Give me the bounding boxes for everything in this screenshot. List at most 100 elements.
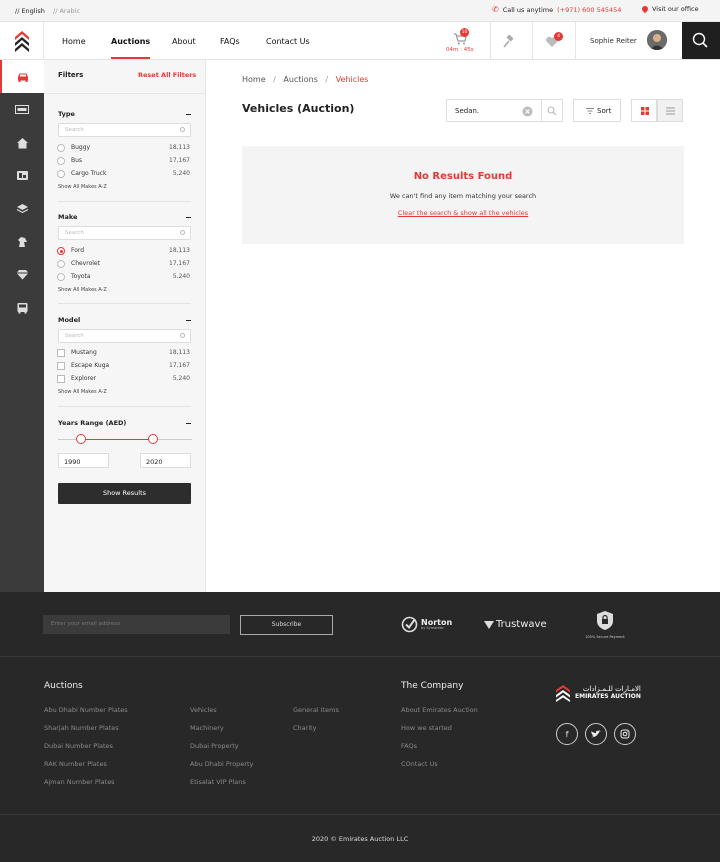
footer-link[interactable]: COntact Us — [401, 760, 438, 768]
model-search-input[interactable]: Search — [58, 329, 191, 343]
footer-link[interactable]: Abu Dhabi Property — [190, 760, 253, 768]
make-option-count: 5,240 — [172, 273, 190, 280]
nav-home[interactable]: Home — [62, 37, 86, 46]
no-results-message: We can't find any item matching your sea… — [389, 192, 537, 200]
sidebar-item-property[interactable] — [0, 126, 44, 159]
clear-search-link[interactable]: Clear the search & show all the vehicles — [242, 209, 684, 217]
vehicle-search-box[interactable]: Sedan. — [446, 99, 563, 122]
type-search-input[interactable]: Search — [58, 123, 191, 137]
clear-search-icon[interactable] — [522, 106, 533, 117]
main-header: Home Auctions About FAQs Contact Us 10 0… — [0, 22, 720, 60]
collapse-model-icon[interactable] — [186, 320, 191, 321]
sidebar-item-jewelry[interactable] — [0, 258, 44, 291]
nav-contact-us[interactable]: Contact Us — [266, 37, 310, 46]
model-option-label: Mustang — [71, 349, 97, 356]
make-show-all-link[interactable]: Show All Makes A-Z — [58, 287, 107, 293]
machinery-icon — [16, 171, 28, 180]
model-checkbox-mustang[interactable] — [57, 349, 65, 357]
year-to-input[interactable]: 2020 — [140, 453, 191, 468]
call-label: Call us anytime — [502, 5, 554, 14]
footer-link[interactable]: Etisalat VIP Plans — [190, 778, 246, 786]
subscribe-button[interactable]: Subscribe — [240, 615, 333, 635]
collapse-make-icon[interactable] — [186, 217, 191, 218]
footer-link[interactable]: General Items — [293, 706, 339, 714]
breadcrumb-home[interactable]: Home — [242, 75, 266, 84]
sidebar-item-horses[interactable] — [0, 225, 44, 258]
facebook-icon[interactable]: f — [556, 723, 578, 745]
collapse-type-icon[interactable] — [186, 114, 191, 115]
lang-arabic-link[interactable]: // Arabic — [53, 7, 80, 15]
header-search-button[interactable] — [682, 22, 720, 59]
model-checkbox-escape-kuga[interactable] — [57, 362, 65, 370]
nav-about[interactable]: About — [172, 37, 196, 46]
visit-office-link[interactable]: Visit our office — [640, 4, 699, 14]
type-radio-bus[interactable] — [57, 157, 65, 165]
show-results-button[interactable]: Show Results — [58, 483, 191, 504]
diamond-icon — [16, 270, 28, 280]
nav-faqs[interactable]: FAQs — [220, 37, 240, 46]
user-avatar[interactable] — [647, 30, 667, 50]
footer-link[interactable]: Sharjah Number Plates — [44, 724, 119, 732]
office-label: Visit our office — [652, 5, 699, 13]
footer-link[interactable]: How we started — [401, 724, 452, 732]
sidebar-item-plates[interactable] — [0, 93, 44, 126]
shield-lock-icon — [597, 611, 613, 630]
range-handle-min[interactable] — [76, 434, 86, 444]
make-radio-chevrolet[interactable] — [57, 260, 65, 268]
model-show-all-link[interactable]: Show All Makes A-Z — [58, 389, 107, 395]
nav-auctions[interactable]: Auctions — [111, 37, 151, 59]
range-handle-max[interactable] — [148, 434, 158, 444]
list-view-button[interactable] — [657, 99, 683, 122]
footer-link[interactable]: About Emirates Auction — [401, 706, 478, 714]
type-radio-buggy[interactable] — [57, 144, 65, 152]
secure-payment-label: 100% Secure Payment — [585, 635, 625, 639]
breadcrumb-auctions[interactable]: Auctions — [283, 75, 317, 84]
sidebar-item-transport[interactable] — [0, 291, 44, 324]
model-checkbox-explorer[interactable] — [57, 375, 65, 383]
trustwave-badge: Trustwave — [484, 619, 547, 630]
chevron-logo-icon — [15, 31, 29, 52]
type-show-all-link[interactable]: Show All Makes A-Z — [58, 184, 107, 190]
footer-link[interactable]: Ajman Number Plates — [44, 778, 115, 786]
footer-link[interactable]: Dubai Number Plates — [44, 742, 113, 750]
type-radio-cargo-truck[interactable] — [57, 170, 65, 178]
sort-button[interactable]: Sort — [573, 99, 621, 122]
sidebar-item-vehicles[interactable] — [0, 60, 44, 93]
logo[interactable] — [0, 22, 44, 59]
reset-filters-link[interactable]: Reset All Filters — [138, 71, 196, 79]
grid-view-button[interactable] — [631, 99, 657, 122]
make-radio-ford[interactable] — [57, 247, 65, 255]
footer-link[interactable]: Vehicles — [190, 706, 217, 714]
gavel-button[interactable] — [502, 34, 518, 48]
search-icon — [692, 32, 708, 48]
footer-link[interactable]: Abu Dhabi Number Plates — [44, 706, 128, 714]
year-from-input[interactable]: 1990 — [58, 453, 109, 468]
make-radio-toyota[interactable] — [57, 273, 65, 281]
favorites-button[interactable]: 4 — [545, 32, 565, 50]
newsletter-email-input[interactable]: Enter your email address — [43, 615, 230, 634]
call-us[interactable]: ✆ Call us anytime (+971) 600 545454 — [492, 5, 621, 14]
instagram-icon[interactable] — [614, 723, 636, 745]
footer-link[interactable]: Dubai Property — [190, 742, 239, 750]
search-icon — [180, 333, 185, 338]
collapse-years-icon[interactable] — [186, 423, 191, 424]
search-input-value[interactable]: Sedan. — [455, 107, 479, 115]
lang-english-link[interactable]: // English — [15, 7, 45, 15]
search-icon[interactable] — [547, 106, 557, 116]
footer-link[interactable]: RAK Number Plates — [44, 760, 107, 768]
sidebar-item-machinery[interactable] — [0, 159, 44, 192]
avatar-icon — [647, 30, 667, 50]
company-footer-title: The Company — [401, 681, 464, 691]
user-name[interactable]: Sophie Reiter — [590, 37, 637, 45]
footer-link[interactable]: Charity — [293, 724, 317, 732]
range-selected — [81, 439, 153, 440]
make-search-input[interactable]: Search — [58, 226, 191, 240]
footer-link[interactable]: Machinery — [190, 724, 224, 732]
trustwave-label: Trustwave — [496, 619, 547, 630]
sidebar-item-surplus[interactable] — [0, 192, 44, 225]
footer-link[interactable]: FAQs — [401, 742, 417, 750]
model-section-title: Model — [58, 316, 81, 324]
footer: Enter your email address Subscribe Norto… — [0, 592, 720, 862]
twitter-icon[interactable] — [585, 723, 607, 745]
filters-title: Filters — [58, 71, 84, 79]
